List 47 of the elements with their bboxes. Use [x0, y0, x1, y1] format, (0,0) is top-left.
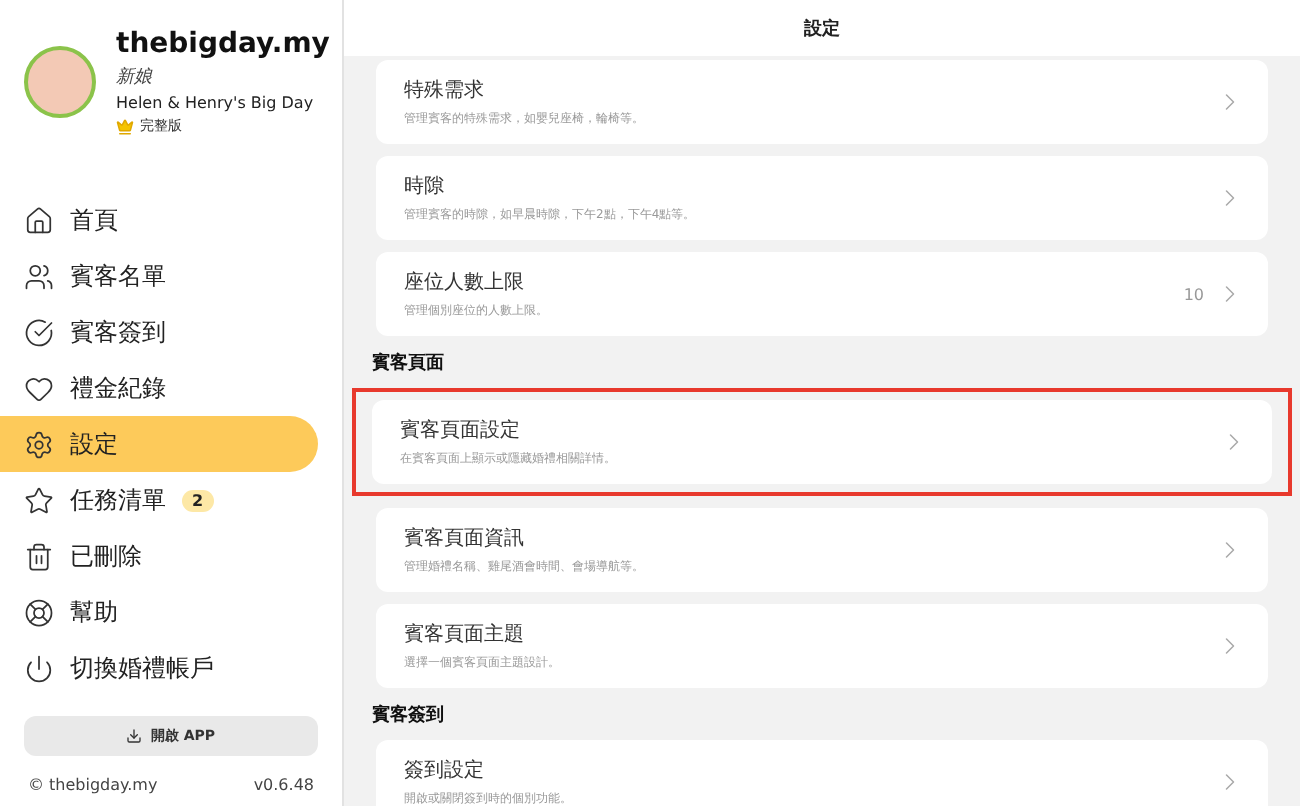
help-icon	[24, 597, 54, 627]
app-name: thebigday.my	[116, 28, 330, 60]
check-circle-icon	[24, 317, 54, 347]
power-icon	[24, 653, 54, 683]
home-icon	[24, 205, 54, 235]
page-title: 設定	[344, 0, 1300, 56]
avatar	[24, 46, 96, 118]
section-heading: 賓客簽到	[372, 702, 446, 728]
nav-item[interactable]: 賓客簽到	[0, 304, 318, 360]
nav-item[interactable]: 首頁	[0, 192, 318, 248]
people-icon	[24, 261, 54, 291]
nav-label: 切換婚禮帳戶	[70, 651, 214, 685]
nav-item[interactable]: 禮金紀錄	[0, 360, 318, 416]
setting-title: 座位人數上限	[404, 269, 526, 296]
nav-label: 已刪除	[70, 539, 142, 573]
setting-value: 10	[1183, 285, 1204, 303]
setting-title: 特殊需求	[404, 77, 486, 104]
star-icon	[24, 485, 54, 515]
nav-item[interactable]: 切換婚禮帳戶	[0, 640, 318, 696]
crown-icon	[116, 117, 134, 135]
nav-label: 禮金紀錄	[70, 371, 166, 405]
heart-icon	[24, 373, 54, 403]
settings-icon	[24, 429, 54, 459]
nav-item[interactable]: 任務清單 2	[0, 472, 318, 528]
nav-label: 賓客名單	[70, 259, 166, 293]
nav-item[interactable]: 已刪除	[0, 528, 318, 584]
trash-icon	[24, 541, 54, 571]
setting-title: 賓客頁面設定	[400, 417, 522, 444]
nav-label: 任務清單	[70, 483, 166, 517]
count-badge: 2	[182, 489, 214, 511]
setting-title: 時隙	[404, 173, 446, 200]
version-text: v0.6.48	[253, 776, 314, 794]
setting-title: 賓客頁面主題	[404, 621, 526, 648]
nav-item[interactable]: 幫助	[0, 584, 318, 640]
setting-title: 賓客頁面資訊	[404, 525, 526, 552]
nav-label: 賓客簽到	[70, 315, 166, 349]
nav-label: 幫助	[70, 595, 118, 629]
section-heading: 賓客頁面	[372, 350, 446, 376]
nav-label: 首頁	[70, 203, 118, 237]
user-role: 新娘	[116, 65, 155, 90]
nav-label: 設定	[70, 427, 118, 461]
download-icon	[126, 728, 143, 744]
nav-item[interactable]: 賓客名單	[0, 248, 318, 304]
event-name: Helen & Henry's Big Day	[116, 94, 316, 112]
nav-item[interactable]: 設定	[0, 416, 318, 472]
copyright-text: © thebigday.my	[28, 776, 158, 794]
setting-title: 簽到設定	[404, 757, 486, 784]
